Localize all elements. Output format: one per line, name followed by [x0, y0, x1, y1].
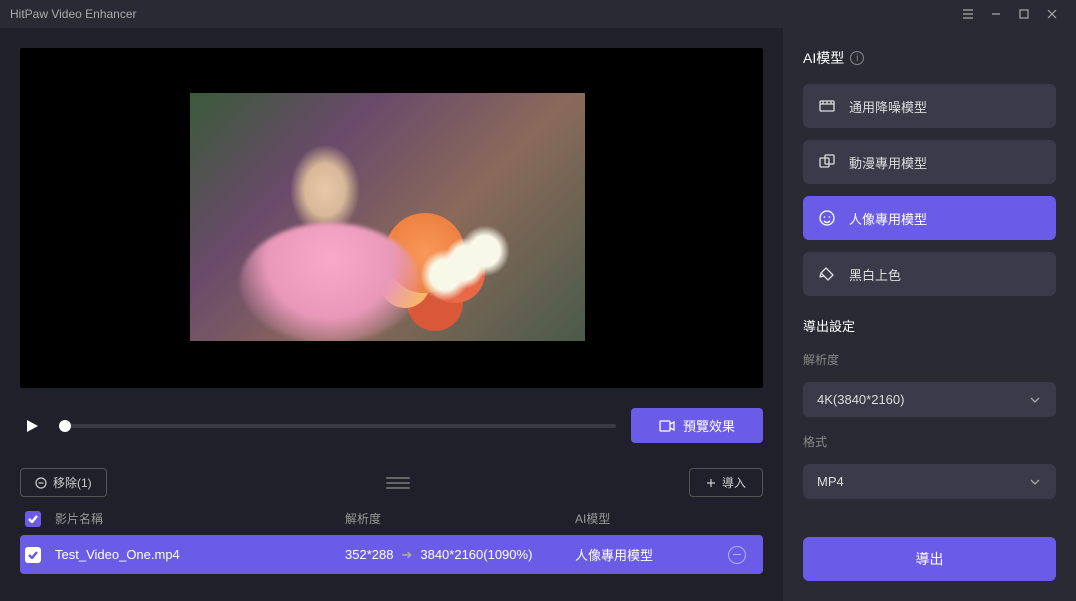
row-model: 人像專用模型 — [575, 545, 728, 564]
resolution-label: 解析度 — [803, 351, 1056, 368]
list-header: 影片名稱 解析度 AI模型 — [20, 502, 763, 535]
list-menu-icon[interactable] — [386, 471, 410, 495]
list-row[interactable]: Test_Video_One.mp4 352*288 ➔ 3840*2160(1… — [20, 535, 763, 574]
chevron-down-icon — [1028, 475, 1042, 489]
progress-bar[interactable] — [59, 424, 616, 428]
preview-effect-button[interactable]: 預覽效果 — [631, 408, 763, 443]
overlap-icon — [817, 152, 837, 172]
play-button[interactable] — [20, 414, 44, 438]
remove-button[interactable]: 移除(1) — [20, 468, 107, 497]
info-icon[interactable]: i — [850, 51, 864, 65]
model-anime[interactable]: 動漫專用模型 — [803, 140, 1056, 184]
film-icon — [817, 96, 837, 116]
app-title: HitPaw Video Enhancer — [10, 7, 954, 21]
arrow-right-icon: ➔ — [401, 547, 412, 563]
ai-models-title: AI模型 i — [803, 48, 1056, 68]
hamburger-icon[interactable] — [954, 0, 982, 28]
title-bar: HitPaw Video Enhancer — [0, 0, 1076, 28]
minimize-button[interactable] — [982, 0, 1010, 28]
plus-icon — [706, 478, 716, 488]
col-model-header: AI模型 — [575, 510, 728, 527]
import-button[interactable]: 導入 — [689, 468, 763, 497]
col-name-header: 影片名稱 — [55, 510, 345, 527]
row-filename: Test_Video_One.mp4 — [55, 547, 345, 562]
camera-icon — [659, 419, 675, 433]
maximize-button[interactable] — [1010, 0, 1038, 28]
select-all-checkbox[interactable] — [25, 511, 41, 527]
export-settings-label: 導出設定 — [803, 316, 1056, 335]
minus-circle-icon — [35, 477, 47, 489]
col-resolution-header: 解析度 — [345, 510, 575, 527]
video-thumbnail — [190, 93, 585, 341]
progress-knob[interactable] — [59, 420, 71, 432]
model-portrait[interactable]: 人像專用模型 — [803, 196, 1056, 240]
model-colorize[interactable]: 黑白上色 — [803, 252, 1056, 296]
chevron-down-icon — [1028, 393, 1042, 407]
export-button[interactable]: 導出 — [803, 537, 1056, 581]
model-general-denoise[interactable]: 通用降噪模型 — [803, 84, 1056, 128]
row-remove-button[interactable] — [728, 546, 746, 564]
close-button[interactable] — [1038, 0, 1066, 28]
face-icon — [817, 208, 837, 228]
resolution-select[interactable]: 4K(3840*2160) — [803, 382, 1056, 417]
video-preview — [20, 48, 763, 388]
format-label: 格式 — [803, 433, 1056, 450]
row-resolution: 352*288 ➔ 3840*2160(1090%) — [345, 547, 575, 563]
format-select[interactable]: MP4 — [803, 464, 1056, 499]
row-checkbox[interactable] — [25, 547, 41, 563]
paint-icon — [817, 264, 837, 284]
